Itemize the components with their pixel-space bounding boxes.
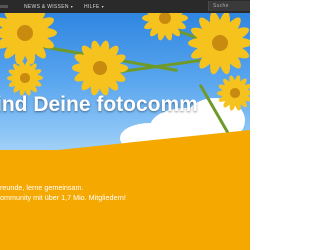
nav-item-label: NEWS & WISSEN — [24, 4, 69, 10]
nav-item-label: HILFE — [84, 4, 100, 10]
top-navigation-bar: NEWS & WISSEN ▾ HILFE ▾ Suche — [0, 0, 250, 13]
sunflower — [5, 58, 45, 98]
sunflower — [185, 13, 250, 78]
tagline-line-1: reunde, lerne gemeinsam. — [0, 183, 84, 192]
hero-title: ind Deine fotocomm — [0, 93, 198, 116]
chevron-down-icon: ▾ — [70, 4, 74, 9]
sunflower — [140, 13, 190, 43]
nav-item-news-wissen[interactable]: NEWS & WISSEN ▾ — [24, 4, 73, 10]
chevron-down-icon: ▾ — [101, 4, 104, 9]
sunflower — [70, 38, 130, 98]
search-input[interactable]: Suche — [208, 1, 250, 11]
nav-item-hilfe[interactable]: HILFE ▾ — [84, 4, 104, 10]
tagline-line-2: ommunity mit über 1,7 Mio. Mitgliedern! — [0, 193, 126, 202]
flower-core — [20, 73, 30, 83]
nav-item-truncated[interactable] — [0, 5, 8, 8]
